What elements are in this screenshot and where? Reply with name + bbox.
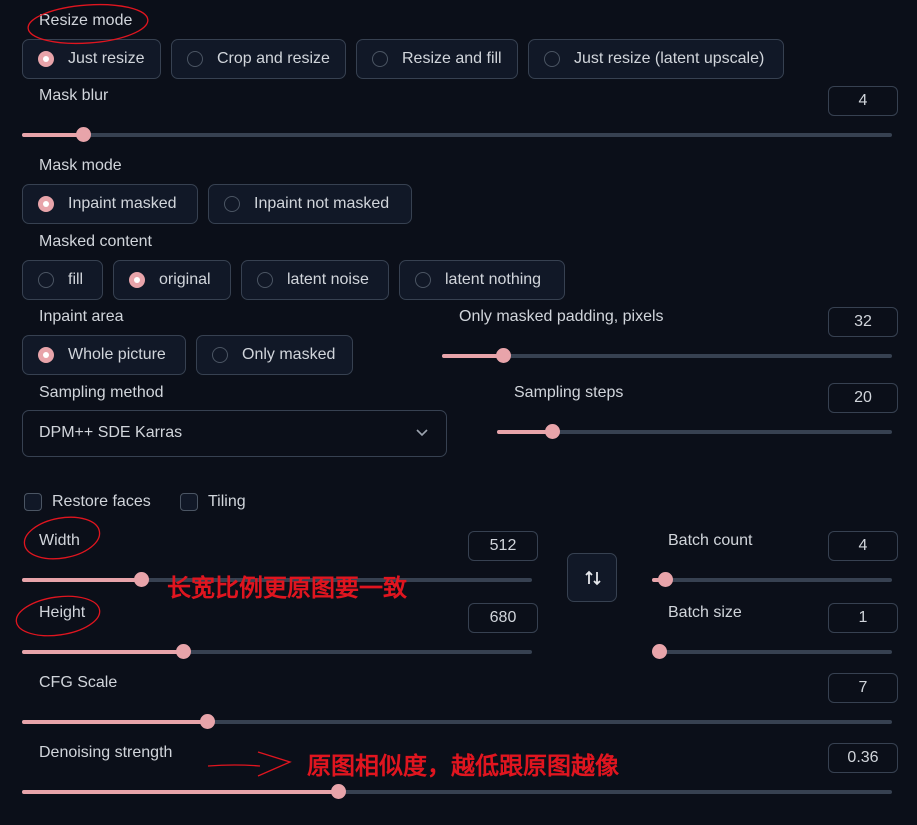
width-circle — [23, 516, 101, 560]
resize-mode-circle — [27, 3, 149, 45]
aspect-ratio-annotation: 长宽比例更原图要一致 — [167, 574, 407, 602]
annotation-overlay — [15, 3, 292, 777]
arrow-icon — [207, 751, 292, 777]
height-circle — [15, 595, 101, 637]
denoising-annotation: 原图相似度，越低跟原图越像 — [307, 752, 619, 780]
